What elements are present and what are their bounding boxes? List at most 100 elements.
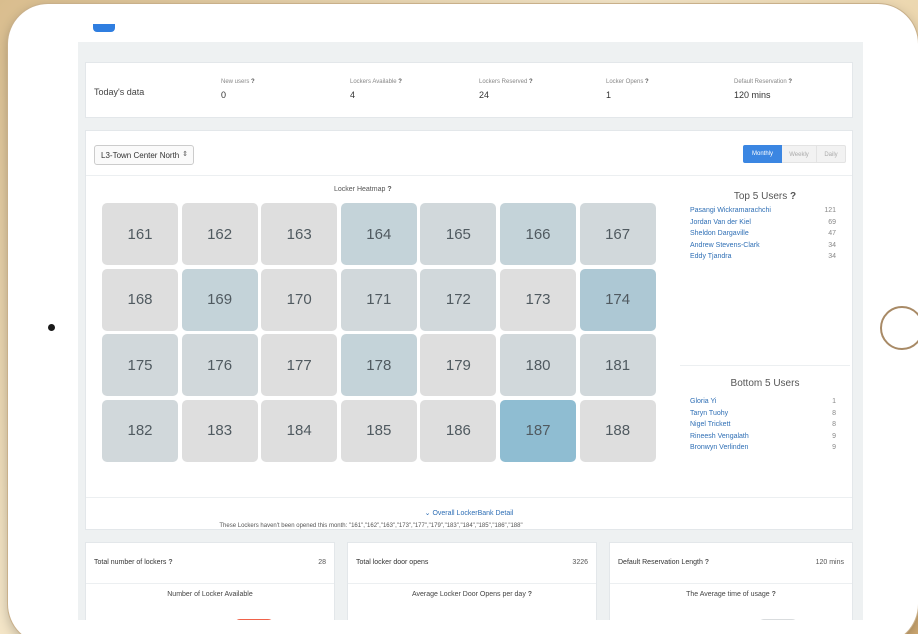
locker-cell-182[interactable]: 182	[102, 399, 178, 462]
location-select[interactable]: L3-Town Center North ⇕	[94, 145, 194, 165]
help-icon[interactable]: ?	[788, 79, 792, 85]
locker-cell-185[interactable]: 185	[340, 399, 417, 462]
app-logo	[93, 24, 115, 32]
locker-cell-164[interactable]: 164	[340, 203, 417, 265]
locker-cell-186[interactable]: 186	[420, 399, 497, 462]
locker-cell-166[interactable]: 166	[500, 203, 576, 265]
user-open-count: 69	[828, 218, 836, 226]
locker-cell-169[interactable]: 169	[181, 268, 258, 331]
user-open-count: 1	[832, 398, 836, 405]
help-icon[interactable]: ?	[772, 591, 776, 598]
locker-cell-187[interactable]: 187	[500, 399, 576, 462]
user-row: Pasangi Wickramarachchi 121	[690, 207, 836, 214]
gauge-chart	[758, 619, 798, 620]
user-open-count: 8	[832, 409, 836, 417]
heatmap-card: L3-Town Center North ⇕ Monthly Weekly Da…	[85, 130, 853, 530]
locker-cell-184[interactable]: 184	[261, 399, 338, 462]
user-name-link[interactable]: Bronwyn Verlinden	[690, 444, 748, 451]
locker-cell-168[interactable]: 168	[102, 268, 178, 331]
locker-cell-180[interactable]: 180	[500, 334, 576, 396]
user-name-link[interactable]: Nigel Trickett	[690, 421, 730, 428]
stat-lockers-reserved: Lockers Reserved ? 24	[479, 79, 533, 100]
locker-cell-167[interactable]: 167	[579, 203, 656, 265]
stat-new-users: New users ? 0	[221, 79, 255, 100]
locker-cell-173[interactable]: 173	[500, 268, 576, 331]
user-open-count: 9	[832, 432, 836, 440]
user-name-link[interactable]: Rineesh Vengalath	[690, 433, 749, 440]
period-weekly-button[interactable]: Weekly	[782, 145, 816, 163]
home-button[interactable]	[880, 306, 918, 350]
locker-cell-172[interactable]: 172	[420, 268, 497, 331]
user-open-count: 9	[832, 444, 836, 451]
unopened-lockers-note: These Lockers haven't been opened this m…	[219, 523, 523, 529]
locker-cell-183[interactable]: 183	[181, 399, 258, 462]
divider	[680, 365, 850, 366]
help-icon[interactable]: ?	[790, 191, 796, 202]
locker-cell-174[interactable]: 174	[579, 268, 656, 331]
select-arrows-icon: ⇕	[182, 151, 188, 158]
user-row: Sheldon Dargaville 47	[690, 230, 836, 237]
user-open-count: 47	[828, 230, 836, 237]
user-row: Bronwyn Verlinden 9	[690, 444, 836, 451]
heatmap-title: Locker Heatmap ?	[334, 186, 392, 193]
locker-cell-177[interactable]: 177	[261, 334, 338, 396]
locker-cell-161[interactable]: 161	[102, 203, 178, 265]
locker-cell-179[interactable]: 179	[420, 334, 497, 396]
user-row: Taryn Tuohy 8	[690, 410, 836, 417]
help-icon[interactable]: ?	[168, 559, 172, 566]
user-row: Gloria Yi 1	[690, 398, 836, 405]
help-icon[interactable]: ?	[528, 591, 532, 598]
summary-card-opens: Total locker door opens 3226 Average Lock…	[347, 542, 597, 620]
user-name-link[interactable]: Pasangi Wickramarachchi	[690, 207, 771, 214]
user-row: Rineesh Vengalath 9	[690, 433, 836, 440]
camera-dot	[48, 324, 55, 331]
period-monthly-button[interactable]: Monthly	[743, 145, 782, 163]
top-users-title: Top 5 Users ?	[733, 191, 797, 202]
divider	[86, 583, 334, 584]
stat-locker-opens: Locker Opens ? 1	[606, 79, 649, 100]
user-name-link[interactable]: Gloria Yi	[690, 398, 716, 405]
user-name-link[interactable]: Andrew Stevens-Clark	[690, 242, 760, 249]
user-open-count: 34	[828, 241, 836, 249]
help-icon[interactable]: ?	[705, 559, 709, 566]
todays-data-card: Today's data New users ? 0 Lockers Avail…	[85, 62, 853, 118]
locker-cell-163[interactable]: 163	[261, 203, 338, 265]
locker-cell-175[interactable]: 175	[102, 334, 178, 396]
help-icon[interactable]: ?	[387, 186, 391, 193]
stat-lockers-available: Lockers Available ? 4	[350, 79, 402, 100]
help-icon[interactable]: ?	[251, 79, 255, 85]
summary-card-reservation: Default Reservation Length ? 120 mins The…	[609, 542, 853, 620]
user-open-count: 34	[828, 253, 836, 260]
user-open-count: 8	[832, 421, 836, 428]
todays-data-label: Today's data	[94, 87, 145, 97]
period-daily-button[interactable]: Daily	[816, 145, 846, 163]
divider	[348, 583, 596, 584]
locker-cell-171[interactable]: 171	[340, 268, 417, 331]
help-icon[interactable]: ?	[398, 79, 402, 85]
summary-card-lockers: Total number of lockers ? 28 Number of Lo…	[85, 542, 335, 620]
overall-detail-toggle[interactable]: ⌄ Overall LockerBank Detail	[86, 509, 852, 517]
user-name-link[interactable]: Jordan Van der Kiel	[690, 219, 751, 226]
bottom-users-title: Bottom 5 Users	[730, 378, 800, 389]
locker-cell-178[interactable]: 178	[340, 334, 417, 396]
user-row: Jordan Van der Kiel 69	[690, 219, 836, 226]
divider	[86, 175, 852, 176]
user-row: Eddy Tjandra 34	[690, 253, 836, 260]
help-icon[interactable]: ?	[529, 79, 533, 85]
user-name-link[interactable]: Sheldon Dargaville	[690, 230, 749, 237]
locker-cell-170[interactable]: 170	[261, 268, 338, 331]
locker-cell-176[interactable]: 176	[181, 334, 258, 396]
locker-cell-165[interactable]: 165	[420, 203, 497, 265]
locker-cell-181[interactable]: 181	[579, 334, 656, 396]
user-name-link[interactable]: Taryn Tuohy	[690, 410, 728, 417]
help-icon[interactable]: ?	[645, 79, 649, 85]
user-row: Andrew Stevens-Clark 34	[690, 242, 836, 249]
locker-cell-188[interactable]: 188	[579, 399, 656, 462]
locker-cell-162[interactable]: 162	[181, 203, 258, 265]
user-name-link[interactable]: Eddy Tjandra	[690, 253, 732, 260]
divider	[610, 583, 852, 584]
divider	[86, 497, 852, 498]
stat-default-reservation: Default Reservation ? 120 mins	[734, 79, 793, 100]
user-row: Nigel Trickett 8	[690, 421, 836, 428]
gauge-chart	[234, 619, 274, 620]
